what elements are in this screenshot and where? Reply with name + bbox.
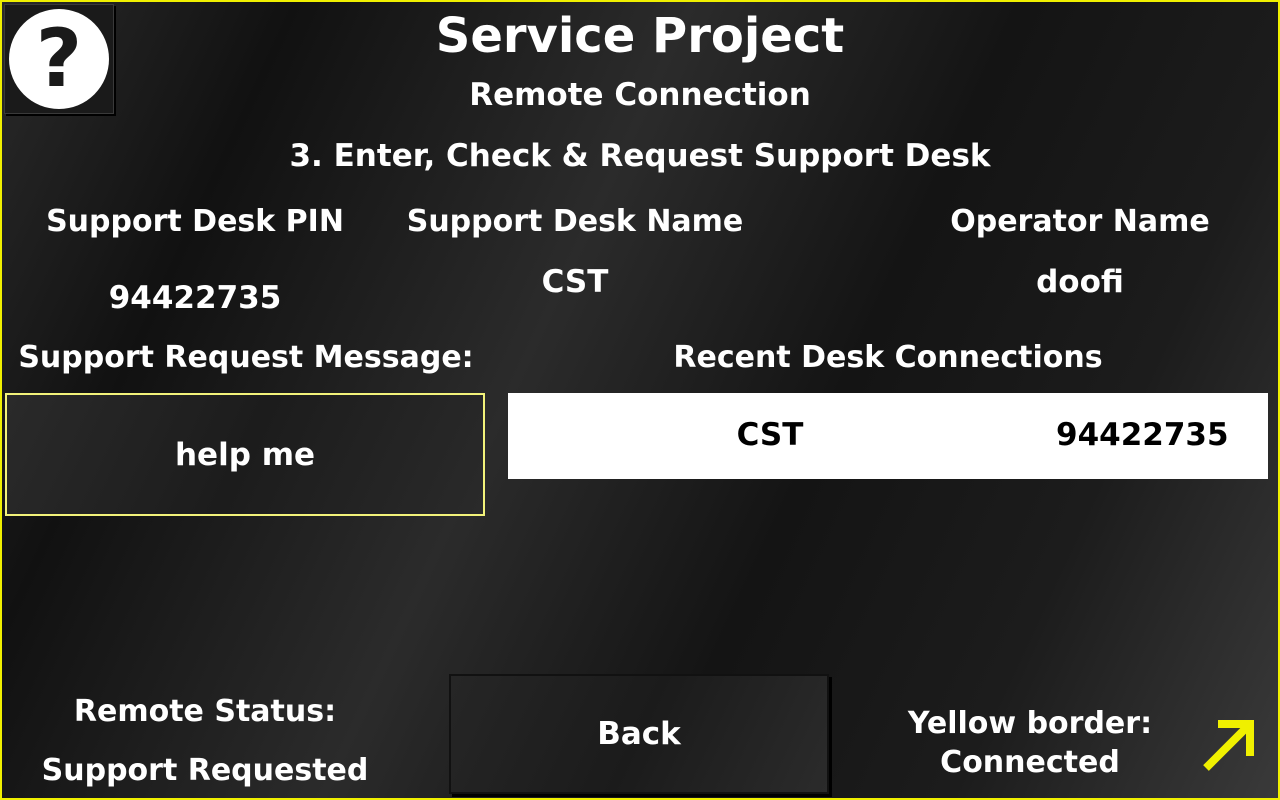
recent-connection-name: CST	[736, 417, 804, 453]
arrow-up-right-icon[interactable]	[1200, 714, 1260, 774]
legend-line-2: Connected	[940, 745, 1120, 780]
operator-name-value: doofi	[1036, 264, 1124, 300]
support-desk-pin-value: 94422735	[108, 280, 282, 316]
remote-status-label: Remote Status:	[73, 694, 337, 729]
back-button-label: Back	[597, 716, 681, 752]
recent-connection-pin: 94422735	[1056, 417, 1229, 453]
support-desk-name-value: CST	[541, 264, 609, 300]
page-subtitle: Remote Connection	[469, 77, 811, 113]
support-request-message-input[interactable]: help me	[5, 393, 485, 516]
remote-status-value: Support Requested	[41, 753, 369, 788]
support-request-message-label: Support Request Message:	[18, 340, 474, 375]
operator-name-label: Operator Name	[950, 204, 1210, 239]
step-heading: 3. Enter, Check & Request Support Desk	[289, 138, 991, 174]
recent-connection-row[interactable]: CST 94422735	[508, 393, 1268, 479]
recent-desk-connections-list: CST 94422735	[508, 393, 1268, 479]
support-desk-pin-label: Support Desk PIN	[46, 204, 344, 239]
question-mark-icon: ?	[9, 9, 109, 109]
recent-desk-connections-label: Recent Desk Connections	[673, 340, 1103, 375]
legend-line-1: Yellow border:	[907, 706, 1153, 741]
support-desk-name-label: Support Desk Name	[406, 204, 744, 239]
help-button[interactable]: ?	[4, 4, 114, 114]
page-title: Service Project	[435, 8, 845, 64]
support-request-message-text: help me	[174, 436, 316, 473]
back-button[interactable]: Back	[449, 674, 829, 794]
